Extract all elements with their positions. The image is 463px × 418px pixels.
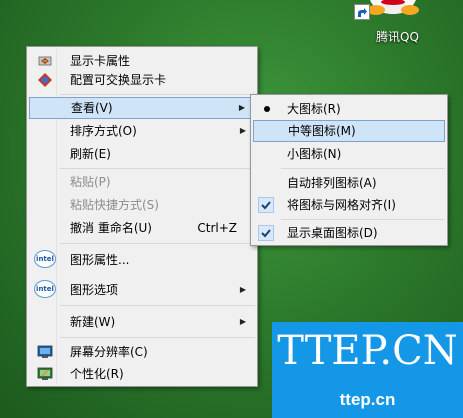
submenu-arrow-icon: ▶: [239, 317, 246, 326]
menu-separator: [281, 219, 445, 220]
submenu-item-large-icons[interactable]: 大图标(R): [253, 98, 445, 120]
menu-item-label: 个性化(R): [70, 367, 124, 381]
menu-separator: [60, 305, 255, 306]
intel-icon: intel: [34, 250, 56, 268]
desktop-icon-qq[interactable]: 腾讯QQ: [352, 0, 432, 46]
menu-item-label: 粘贴(P): [70, 175, 111, 189]
submenu-item-small-icons[interactable]: 小图标(N): [253, 143, 445, 165]
submenu-arrow-icon: ▶: [239, 126, 246, 135]
menu-item-switchable-graphics[interactable]: 配置可交换显示卡: [29, 69, 255, 91]
menu-item-paste[interactable]: 粘贴(P): [29, 171, 255, 193]
menu-separator: [60, 94, 255, 95]
menu-item-label: 新建(W): [70, 315, 116, 329]
menu-item-label: 排序方式(O): [70, 124, 137, 138]
submenu-item-auto-arrange[interactable]: 自动排列图标(A): [253, 172, 445, 194]
menu-item-sort-by[interactable]: 排序方式(O) ▶: [29, 120, 255, 142]
nvidia-card-icon: [38, 56, 52, 66]
switchable-graphics-icon: [38, 73, 52, 87]
menu-item-screen-resolution[interactable]: 屏幕分辨率(C): [29, 341, 255, 363]
menu-item-paste-shortcut[interactable]: 粘贴快捷方式(S): [29, 194, 255, 216]
menu-separator: [281, 168, 445, 169]
menu-item-graphics-options[interactable]: intel 图形选项 ▶: [29, 279, 255, 301]
menu-item-label: 粘贴快捷方式(S): [70, 198, 159, 212]
submenu-item-align-to-grid[interactable]: 将图标与网格对齐(I): [253, 194, 445, 216]
menu-item-label: 图形属性...: [70, 253, 130, 267]
submenu-item-medium-icons[interactable]: 中等图标(M): [253, 120, 445, 142]
menu-item-undo-rename[interactable]: 撤消 重命名(U) Ctrl+Z: [29, 217, 255, 239]
checkmark-icon: [258, 225, 274, 241]
shortcut-arrow-icon: [354, 4, 370, 20]
menu-item-graphics-properties[interactable]: intel 图形属性...: [29, 249, 255, 271]
menu-item-label: 中等图标(M): [288, 124, 356, 138]
watermark-title: TTEP.CN: [277, 328, 458, 374]
desktop-icon-label: 腾讯QQ: [376, 30, 419, 44]
desktop-context-menu: 显示卡属性 配置可交换显示卡 查看(V) ▶ 排序方式(O) ▶ 刷新(E) 粘…: [26, 46, 258, 387]
menu-item-view[interactable]: 查看(V) ▶: [29, 97, 255, 119]
menu-item-refresh[interactable]: 刷新(E): [29, 143, 255, 165]
radio-selected-icon: [264, 106, 270, 112]
menu-item-label: 显示桌面图标(D): [287, 226, 378, 240]
menu-separator: [60, 337, 255, 338]
submenu-item-show-desktop-icons[interactable]: 显示桌面图标(D): [253, 222, 445, 244]
checkmark-icon: [258, 197, 274, 213]
menu-item-label: 图形选项: [70, 283, 119, 297]
menu-item-label: 查看(V): [71, 101, 113, 115]
menu-item-label: 将图标与网格对齐(I): [287, 198, 396, 212]
personalize-icon: [37, 367, 53, 380]
menu-item-accelerator: Ctrl+Z: [197, 221, 237, 235]
menu-separator: [60, 243, 255, 244]
menu-item-label: 撤消 重命名(U): [70, 221, 152, 235]
menu-item-new[interactable]: 新建(W) ▶: [29, 311, 255, 333]
menu-item-label: 自动排列图标(A): [287, 176, 377, 190]
submenu-arrow-icon: ▶: [239, 285, 246, 294]
intel-icon: intel: [34, 280, 56, 298]
menu-separator: [60, 168, 255, 169]
submenu-arrow-icon: ▶: [238, 103, 245, 112]
menu-item-label: 屏幕分辨率(C): [70, 345, 148, 359]
watermark: TTEP.CN ttep.cn: [272, 322, 463, 418]
menu-item-label: 配置可交换显示卡: [70, 73, 167, 87]
menu-item-label: 小图标(N): [287, 147, 342, 161]
menu-item-label: 刷新(E): [70, 147, 111, 161]
screen-resolution-icon: [37, 345, 53, 358]
menu-item-personalize[interactable]: 个性化(R): [29, 363, 255, 385]
watermark-subtitle: ttep.cn: [339, 390, 396, 409]
menu-item-label: 大图标(R): [287, 102, 341, 116]
view-submenu: 大图标(R) 中等图标(M) 小图标(N) 自动排列图标(A) 将图标与网格对齐…: [250, 94, 448, 246]
qq-penguin-icon: [367, 0, 419, 15]
